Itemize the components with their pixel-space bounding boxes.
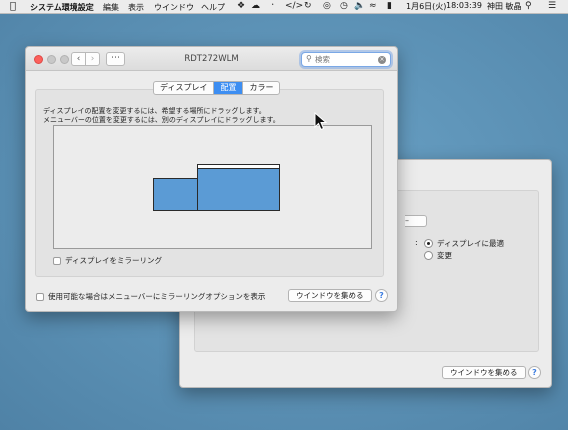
radio-button[interactable]: [424, 239, 433, 248]
sync-icon[interactable]: ↻: [304, 1, 312, 11]
compass-icon[interactable]: ◎: [323, 1, 331, 11]
resolution-colon: :: [415, 238, 418, 247]
apple-menu-icon[interactable]: : [10, 1, 16, 12]
clear-search-icon[interactable]: ×: [378, 56, 386, 64]
app-menu[interactable]: システム環境設定: [30, 2, 94, 13]
radio-label: 変更: [437, 251, 452, 260]
search-icon: ⚲: [306, 54, 312, 63]
checkbox-box[interactable]: [36, 292, 44, 301]
cloud-icon[interactable]: ☁: [251, 1, 260, 11]
menu-edit[interactable]: 編集: [103, 2, 119, 13]
battery-icon[interactable]: ▮: [387, 1, 392, 11]
search-input[interactable]: [315, 54, 375, 65]
search-field[interactable]: ⚲ ×: [301, 52, 391, 67]
radio-scaled[interactable]: 変更: [424, 250, 452, 261]
display-arrangement-area: [53, 125, 372, 249]
volume-icon[interactable]: 🔈: [354, 1, 365, 11]
back-help-button[interactable]: ?: [528, 366, 541, 379]
help-button[interactable]: ?: [375, 289, 388, 302]
menubar-date[interactable]: 1月6日(火): [406, 1, 446, 12]
notification-center-icon[interactable]: ☰: [548, 1, 556, 11]
code-icon[interactable]: </>: [285, 1, 303, 11]
main-display-thumbnail[interactable]: [197, 164, 280, 211]
back-window-tab-stub[interactable]: –: [405, 215, 427, 227]
menu-window[interactable]: ウインドウ: [154, 2, 194, 13]
menu-bar-indicator[interactable]: [198, 165, 279, 169]
secondary-display-thumbnail[interactable]: [153, 178, 198, 211]
display-prefs-window[interactable]: ‹ › ⋯ RDT272WLM ⚲ × ディスプレイ 配置 カラー ディスプレイ…: [25, 46, 398, 312]
radio-label: ディスプレイに最適: [437, 239, 504, 248]
title-bar[interactable]: ‹ › ⋯ RDT272WLM ⚲ ×: [26, 47, 397, 71]
tab-color[interactable]: カラー: [243, 82, 279, 94]
back-gather-windows-button[interactable]: ウインドウを集める: [442, 366, 526, 379]
tab-bar: ディスプレイ 配置 カラー: [153, 81, 281, 95]
mouse-pointer-icon: [314, 112, 328, 131]
dropbox-icon[interactable]: ❖: [237, 1, 245, 11]
radio-button[interactable]: [424, 251, 433, 260]
checkbox-box[interactable]: [53, 256, 61, 265]
mirror-displays-label: ディスプレイをミラーリング: [65, 256, 162, 265]
show-mirroring-options-label: 使用可能な場合はメニューバーにミラーリングオプションを表示: [48, 292, 266, 301]
menu-view[interactable]: 表示: [128, 2, 144, 13]
menubar-user[interactable]: 神田 敏晶: [487, 1, 522, 12]
time-machine-icon[interactable]: ◷: [340, 1, 348, 11]
bluetooth-icon[interactable]: ᛫: [270, 1, 275, 11]
wifi-icon[interactable]: ≈: [369, 1, 377, 11]
tab-display[interactable]: ディスプレイ: [154, 82, 215, 94]
spotlight-search-icon[interactable]: ⚲: [525, 1, 532, 11]
arrangement-description-2: メニューバーの位置を変更するには、別のディスプレイにドラッグします。: [43, 116, 280, 124]
menu-help[interactable]: ヘルプ: [201, 2, 225, 13]
radio-best-for-display[interactable]: ディスプレイに最適: [424, 238, 504, 249]
menubar-time[interactable]: 18:03:39: [446, 1, 482, 10]
show-mirroring-options-checkbox[interactable]: 使用可能な場合はメニューバーにミラーリングオプションを表示: [36, 291, 265, 302]
menu-bar:  システム環境設定 編集 表示 ウインドウ ヘルプ ❖ ☁ ᛫ </> ↻ ◎…: [0, 0, 568, 14]
tab-arrangement[interactable]: 配置: [214, 82, 244, 94]
gather-windows-button[interactable]: ウインドウを集める: [288, 289, 372, 302]
mirror-displays-checkbox[interactable]: ディスプレイをミラーリング: [53, 255, 162, 266]
